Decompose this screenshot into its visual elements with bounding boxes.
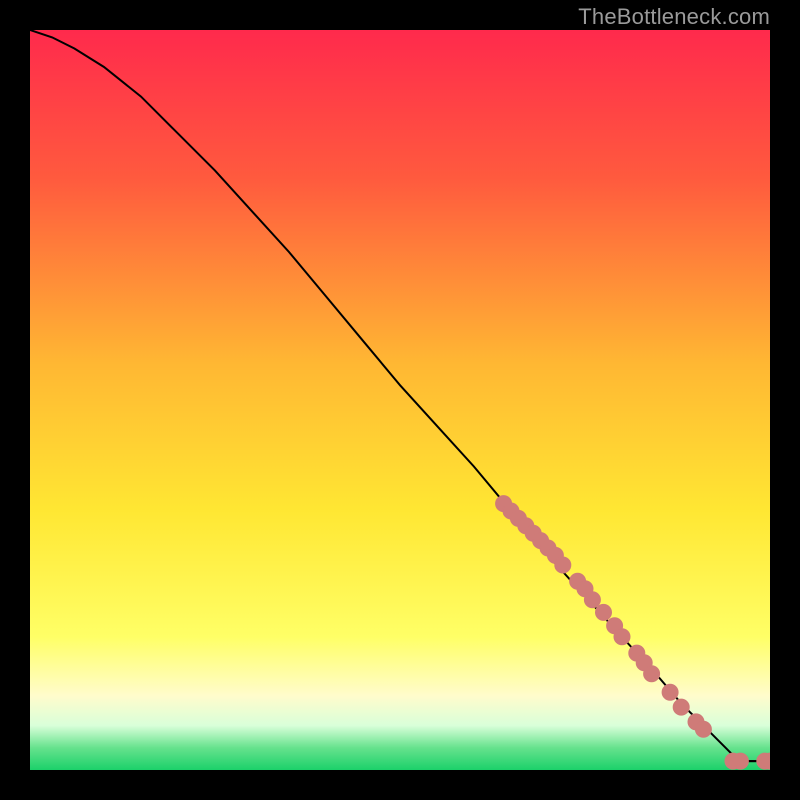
plot-area xyxy=(30,30,770,770)
marker-end-96-1 xyxy=(732,753,748,769)
chart-overlay xyxy=(30,30,770,770)
marker-cluster-mid-80-19 xyxy=(614,629,630,645)
chart-stage: TheBottleneck.com xyxy=(0,0,800,800)
marker-cluster-low-88-9 xyxy=(673,699,689,715)
marker-cluster-mid-77-22 xyxy=(596,604,612,620)
marker-cluster-mid-76-24 xyxy=(584,592,600,608)
watermark-label: TheBottleneck.com xyxy=(578,4,770,30)
marker-cluster-low-84-14 xyxy=(644,666,660,682)
marker-group xyxy=(496,496,770,769)
marker-cluster-bottom-91-5 xyxy=(695,721,711,737)
bottleneck-curve-path xyxy=(30,30,770,761)
marker-cluster-upper-72-28 xyxy=(555,557,571,573)
marker-cluster-low-86-11 xyxy=(662,684,678,700)
